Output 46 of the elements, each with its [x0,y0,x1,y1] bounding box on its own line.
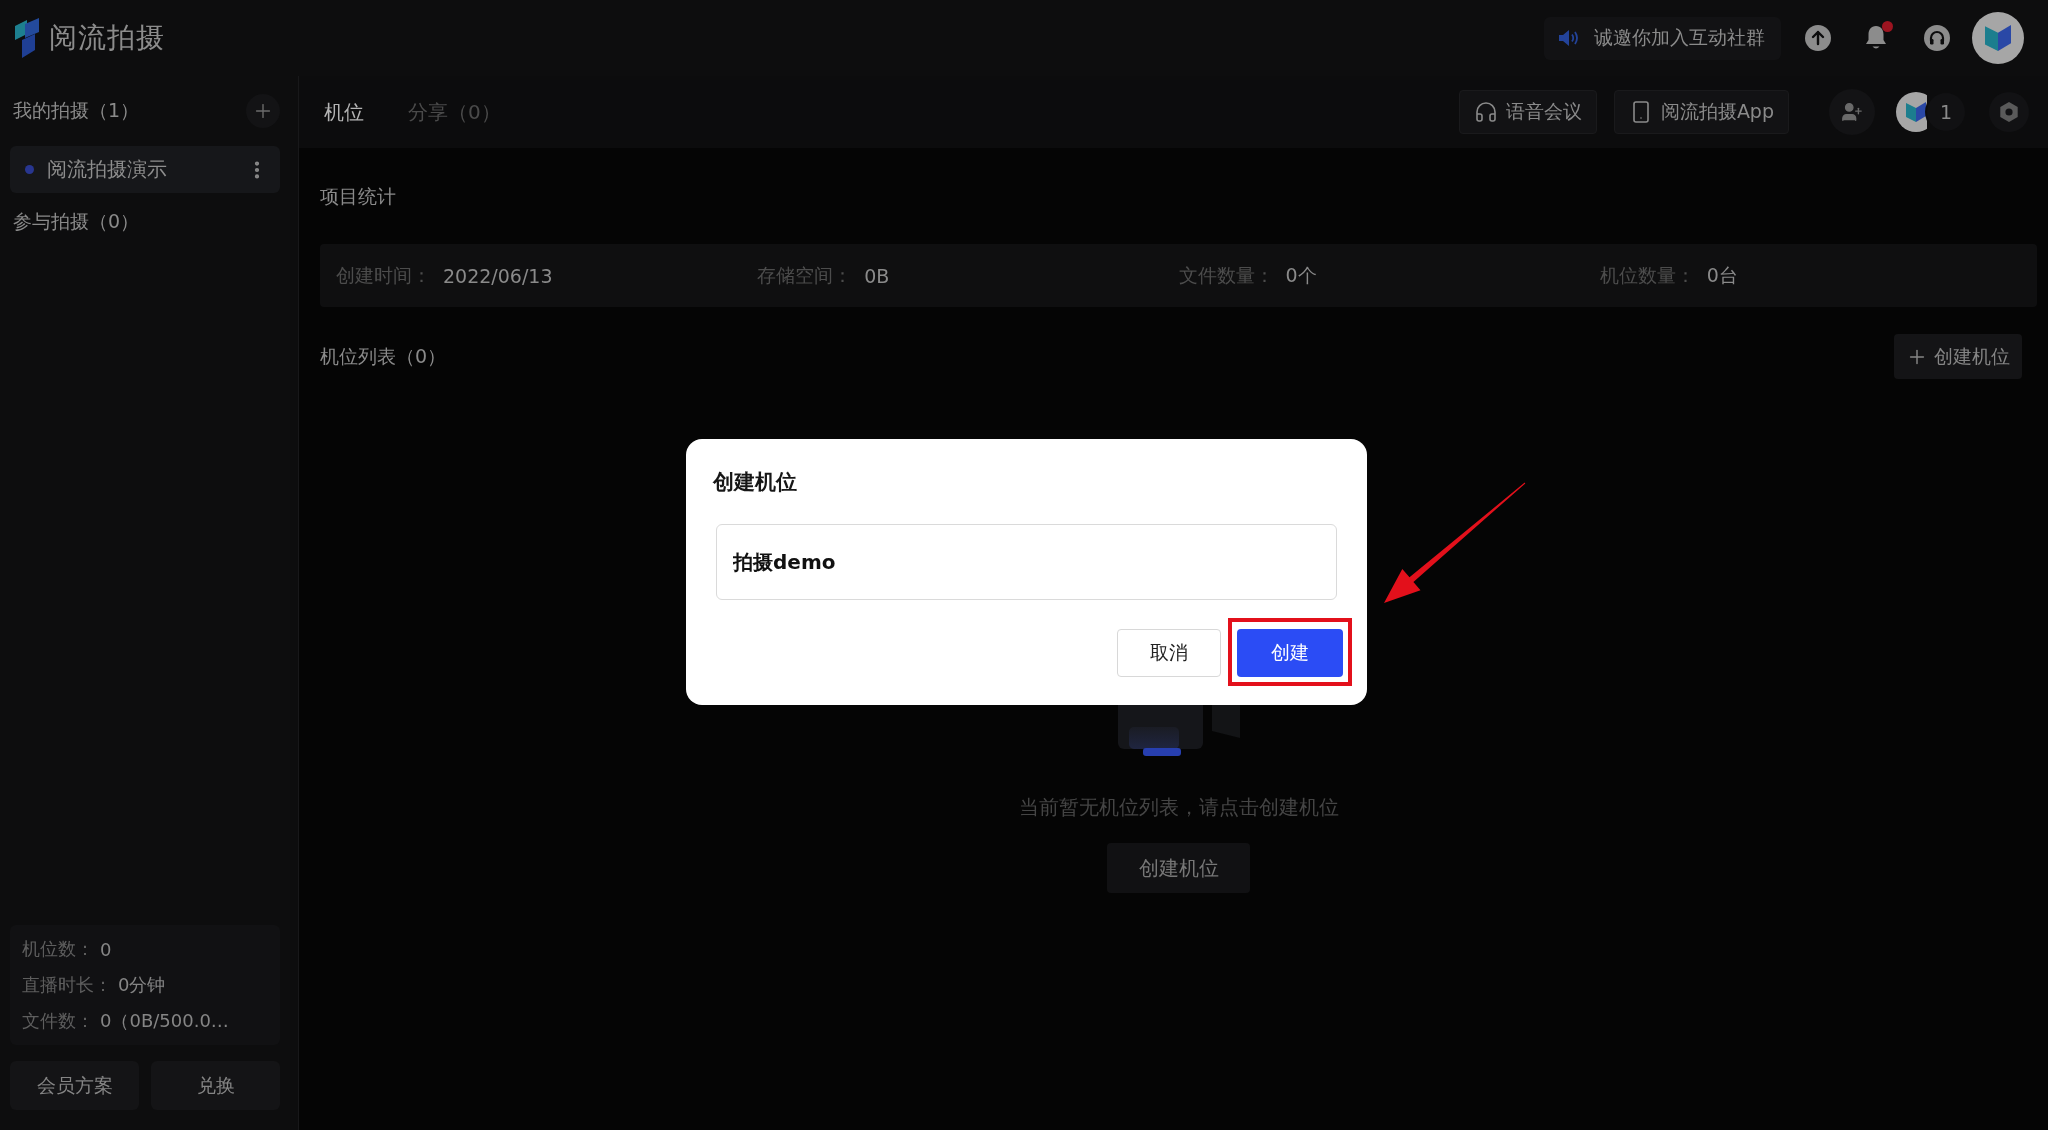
usage-value: 0分钟 [118,973,166,997]
notification-bell-icon[interactable] [1865,25,1887,51]
stat-value: 2022/06/13 [443,264,553,287]
logo-icon [15,18,39,58]
create-camera-button[interactable]: 创建机位 [1894,334,2022,379]
sidebar-button[interactable]: 兑换 [151,1061,280,1110]
cancel-button[interactable]: 取消 [1117,629,1221,677]
headset-icon [1473,100,1498,124]
headset-icon[interactable] [1924,25,1950,51]
stat-label: 文件数量： [1178,262,1274,288]
usage-label: 机位数： [22,937,94,961]
add-user-icon [1841,101,1863,123]
project-item[interactable]: 阅流拍摄演示 [10,146,280,193]
stat-value: 0台 [1706,262,1738,288]
usage-label: 直播时长： [22,973,112,997]
add-button[interactable] [246,94,280,128]
action-button[interactable]: 阅流拍摄App [1613,90,1789,134]
section-title: 我的拍摄（1） [13,98,140,123]
section-title: 参与拍摄（0） [13,209,140,234]
member-count: 1 [1927,93,1965,131]
usage-value: 0 [100,938,112,960]
action-button[interactable]: 语音会议 [1458,90,1597,134]
stat-value: 0B [864,264,890,287]
stat-label: 存储空间： [757,262,853,288]
logo-text: 阅流拍摄 [49,20,165,56]
stat-label: 创建时间： [336,262,431,288]
empty-message: 当前暂无机位列表，请点击创建机位 [1018,794,1339,821]
speaker-icon [1558,29,1580,47]
name-input-field[interactable]: 拍摄demo [716,524,1337,600]
empty-create-button[interactable]: 创建机位 [1107,843,1250,893]
sidebar-button[interactable]: 会员方案 [10,1061,139,1110]
confirm-button[interactable]: 创建 [1237,629,1343,677]
status-dot-icon [25,165,34,174]
invite-button[interactable] [1829,89,1875,135]
upload-icon[interactable] [1805,25,1831,51]
dialog-title: 创建机位 [713,469,797,495]
stats-title: 项目统计 [320,184,396,209]
settings-icon[interactable] [1989,92,2029,132]
community-banner-link[interactable]: 诚邀你加入互动社群 [1544,16,1781,60]
stat-value: 0个 [1285,262,1317,288]
user-avatar[interactable] [1972,12,2024,64]
usage-label: 文件数： [22,1009,94,1033]
stat-label: 机位数量： [1599,262,1695,288]
usage-value: 0（0B/500.0… [100,1009,229,1033]
list-title: 机位列表（0） [320,343,447,369]
tab[interactable]: 机位 [324,98,364,126]
